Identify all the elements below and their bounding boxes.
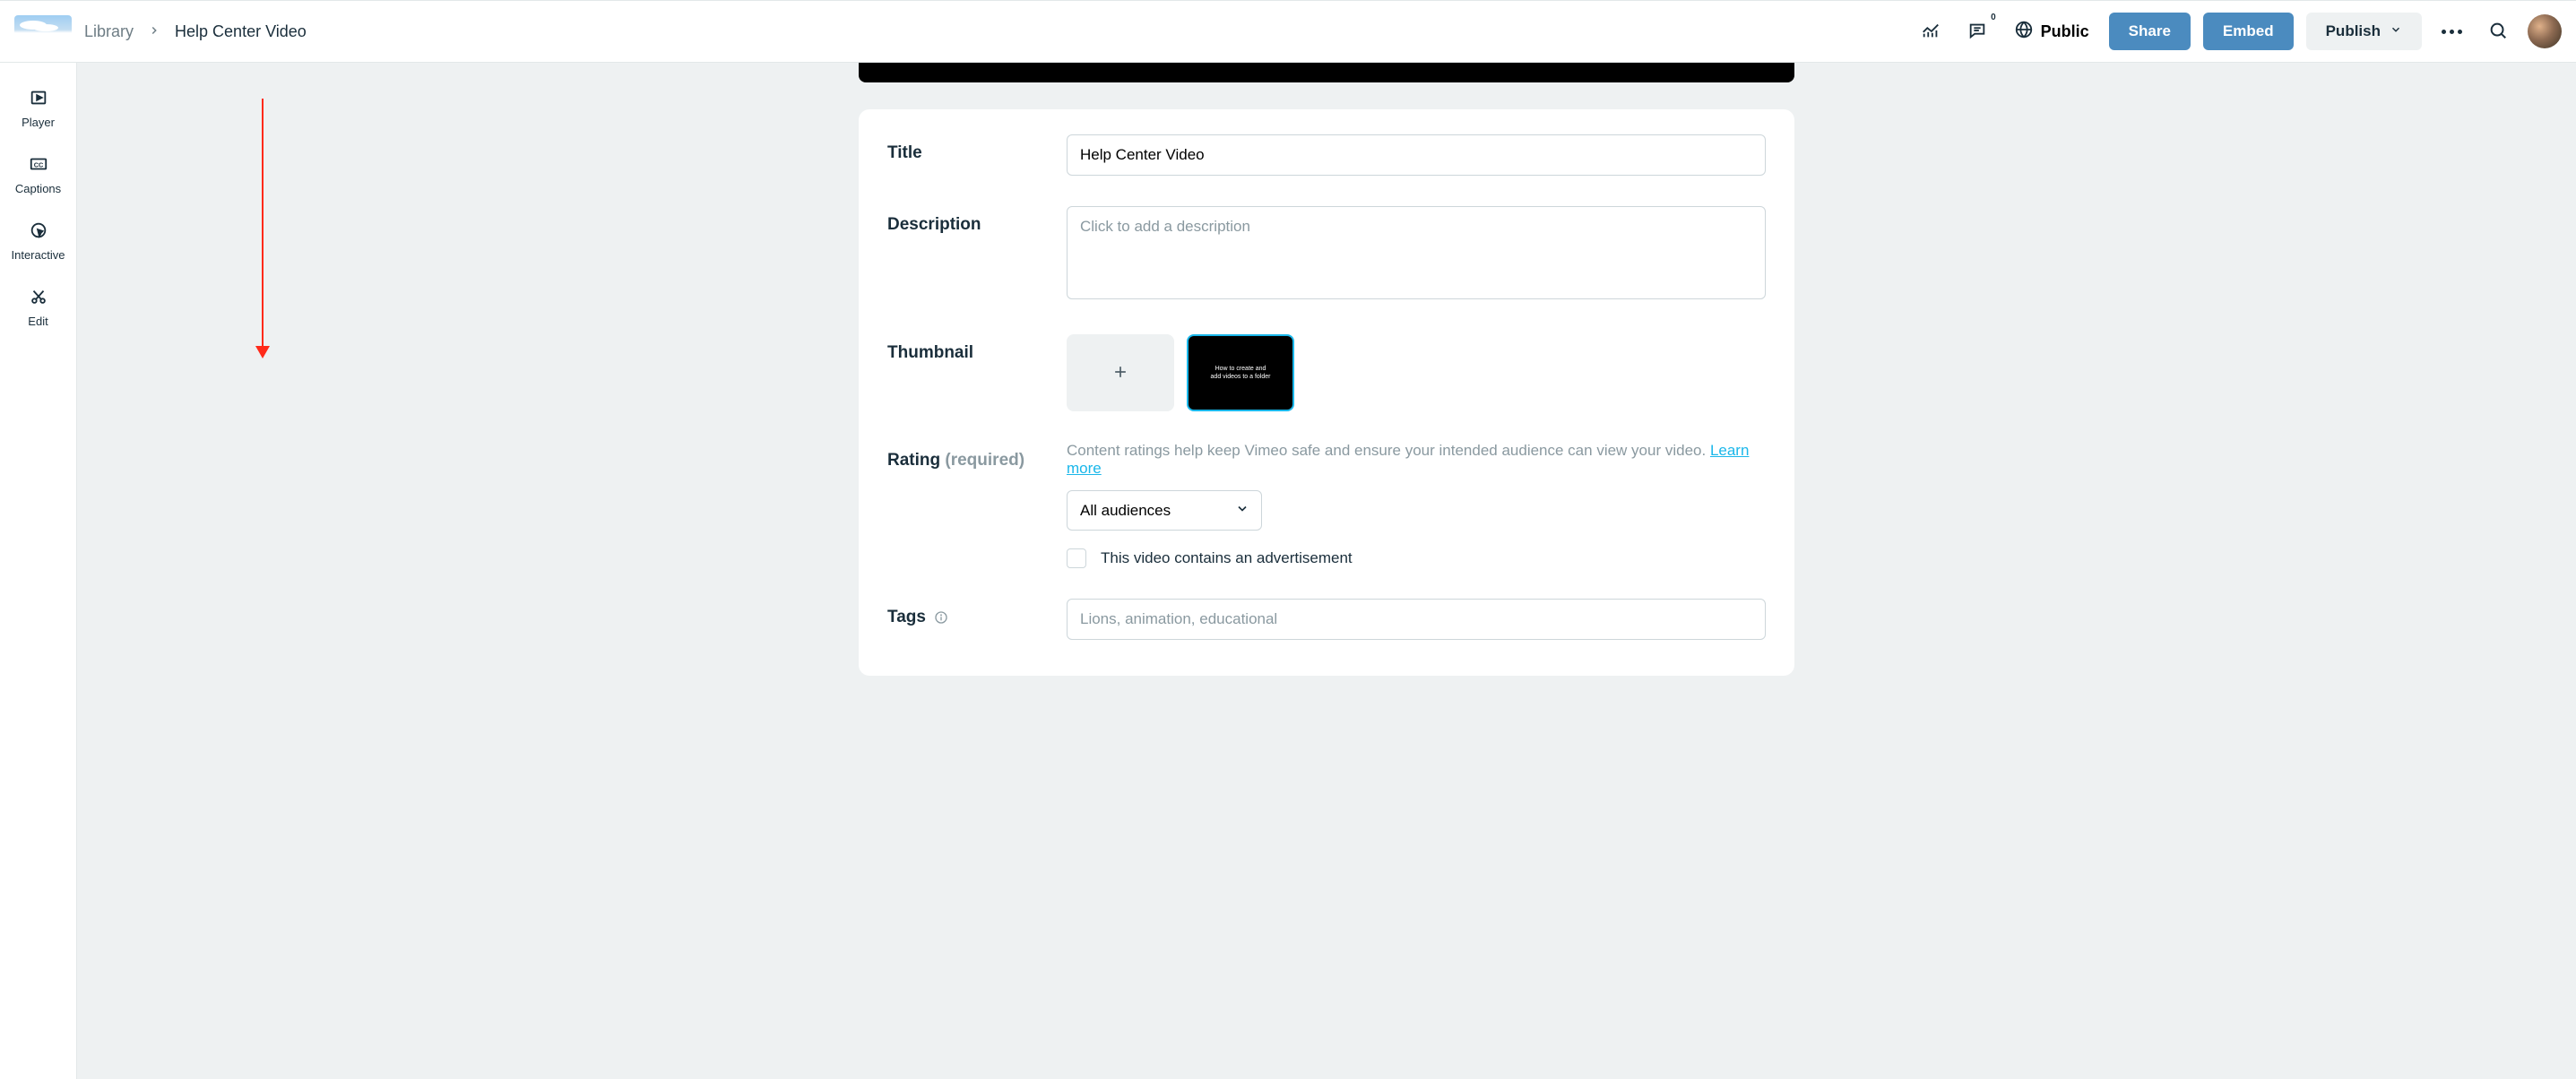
analytics-button[interactable] (1914, 14, 1948, 48)
required-indicator: (required) (945, 451, 1024, 470)
privacy-label: Public (2041, 22, 2089, 41)
tags-label: Tags (887, 599, 1067, 640)
selected-thumbnail[interactable]: How to create and add videos to a folder (1187, 334, 1294, 411)
scissors-icon (29, 287, 48, 309)
globe-icon (2014, 20, 2034, 44)
analytics-icon (1921, 21, 1941, 43)
share-button[interactable]: Share (2109, 13, 2191, 50)
sidebar-item-edit[interactable]: Edit (0, 287, 76, 328)
annotation-arrow (261, 99, 264, 358)
title-label: Title (887, 134, 1067, 176)
privacy-button[interactable]: Public (2007, 20, 2096, 44)
sidebar-item-interactive[interactable]: Interactive (0, 220, 76, 262)
info-icon[interactable] (934, 610, 948, 625)
publish-label: Publish (2326, 22, 2381, 40)
chevron-down-icon (2390, 22, 2402, 40)
video-thumbnail-small[interactable] (14, 15, 72, 47)
sidebar-item-label: Player (22, 116, 55, 129)
main-content: Title Description Thumbnail (77, 63, 2576, 1079)
chevron-right-icon (148, 22, 160, 41)
more-menu-button[interactable] (2434, 14, 2468, 48)
title-input[interactable] (1067, 134, 1766, 176)
publish-button[interactable]: Publish (2306, 13, 2422, 50)
rating-help-text: Content ratings help keep Vimeo safe and… (1067, 442, 1766, 478)
advertisement-checkbox-label[interactable]: This video contains an advertisement (1101, 549, 1353, 567)
advertisement-checkbox[interactable] (1067, 548, 1086, 568)
video-player-edge (859, 63, 1794, 82)
sidebar-item-player[interactable]: Player (0, 88, 76, 129)
description-input[interactable] (1067, 206, 1766, 299)
comments-count-badge: 0 (1991, 13, 1996, 22)
breadcrumb: Library Help Center Video (84, 22, 307, 41)
topbar: Library Help Center Video 0 (0, 0, 2576, 63)
rating-select[interactable]: All audiences (1067, 490, 1262, 531)
player-icon (29, 88, 48, 110)
interactive-icon (29, 220, 48, 243)
sidebar: Player CC Captions Interactive (0, 63, 77, 1079)
embed-button[interactable]: Embed (2203, 13, 2294, 50)
comment-icon (1967, 21, 1987, 43)
comments-button[interactable]: 0 (1960, 14, 1994, 48)
tags-input[interactable] (1067, 599, 1766, 640)
settings-card: Title Description Thumbnail (859, 109, 1794, 676)
add-thumbnail-button[interactable] (1067, 334, 1174, 411)
plus-icon (1111, 363, 1129, 384)
thumbnail-caption: How to create and add videos to a folder (1211, 365, 1271, 381)
avatar[interactable] (2528, 14, 2562, 48)
svg-text:CC: CC (33, 161, 43, 169)
breadcrumb-root[interactable]: Library (84, 22, 134, 41)
sidebar-item-captions[interactable]: CC Captions (0, 154, 76, 195)
description-label: Description (887, 206, 1067, 304)
rating-label: Rating (required) (887, 442, 1067, 568)
sidebar-item-label: Interactive (12, 248, 65, 262)
captions-icon: CC (29, 154, 48, 177)
search-icon (2488, 21, 2508, 43)
sidebar-item-label: Edit (28, 315, 48, 328)
sidebar-item-label: Captions (15, 182, 61, 195)
breadcrumb-current: Help Center Video (175, 22, 307, 41)
thumbnail-label: Thumbnail (887, 334, 1067, 411)
search-button[interactable] (2481, 14, 2515, 48)
